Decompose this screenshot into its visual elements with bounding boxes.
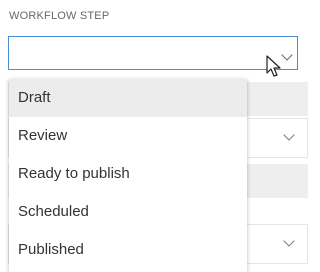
chevron-down-icon[interactable] xyxy=(281,49,293,61)
chevron-down-icon[interactable] xyxy=(283,235,295,247)
option-scheduled[interactable]: Scheduled xyxy=(9,193,247,231)
option-review[interactable]: Review xyxy=(9,117,247,155)
chevron-down-icon[interactable] xyxy=(283,129,295,141)
mouse-pointer-icon xyxy=(266,55,281,77)
option-ready-to-publish[interactable]: Ready to publish xyxy=(9,155,247,193)
workflow-step-dropdown: Draft Review Ready to publish Scheduled … xyxy=(9,79,247,272)
option-draft[interactable]: Draft xyxy=(9,79,247,117)
workflow-step-select[interactable] xyxy=(8,36,298,70)
workflow-step-label: WORKFLOW STEP xyxy=(9,10,110,22)
option-published[interactable]: Published xyxy=(9,231,247,269)
